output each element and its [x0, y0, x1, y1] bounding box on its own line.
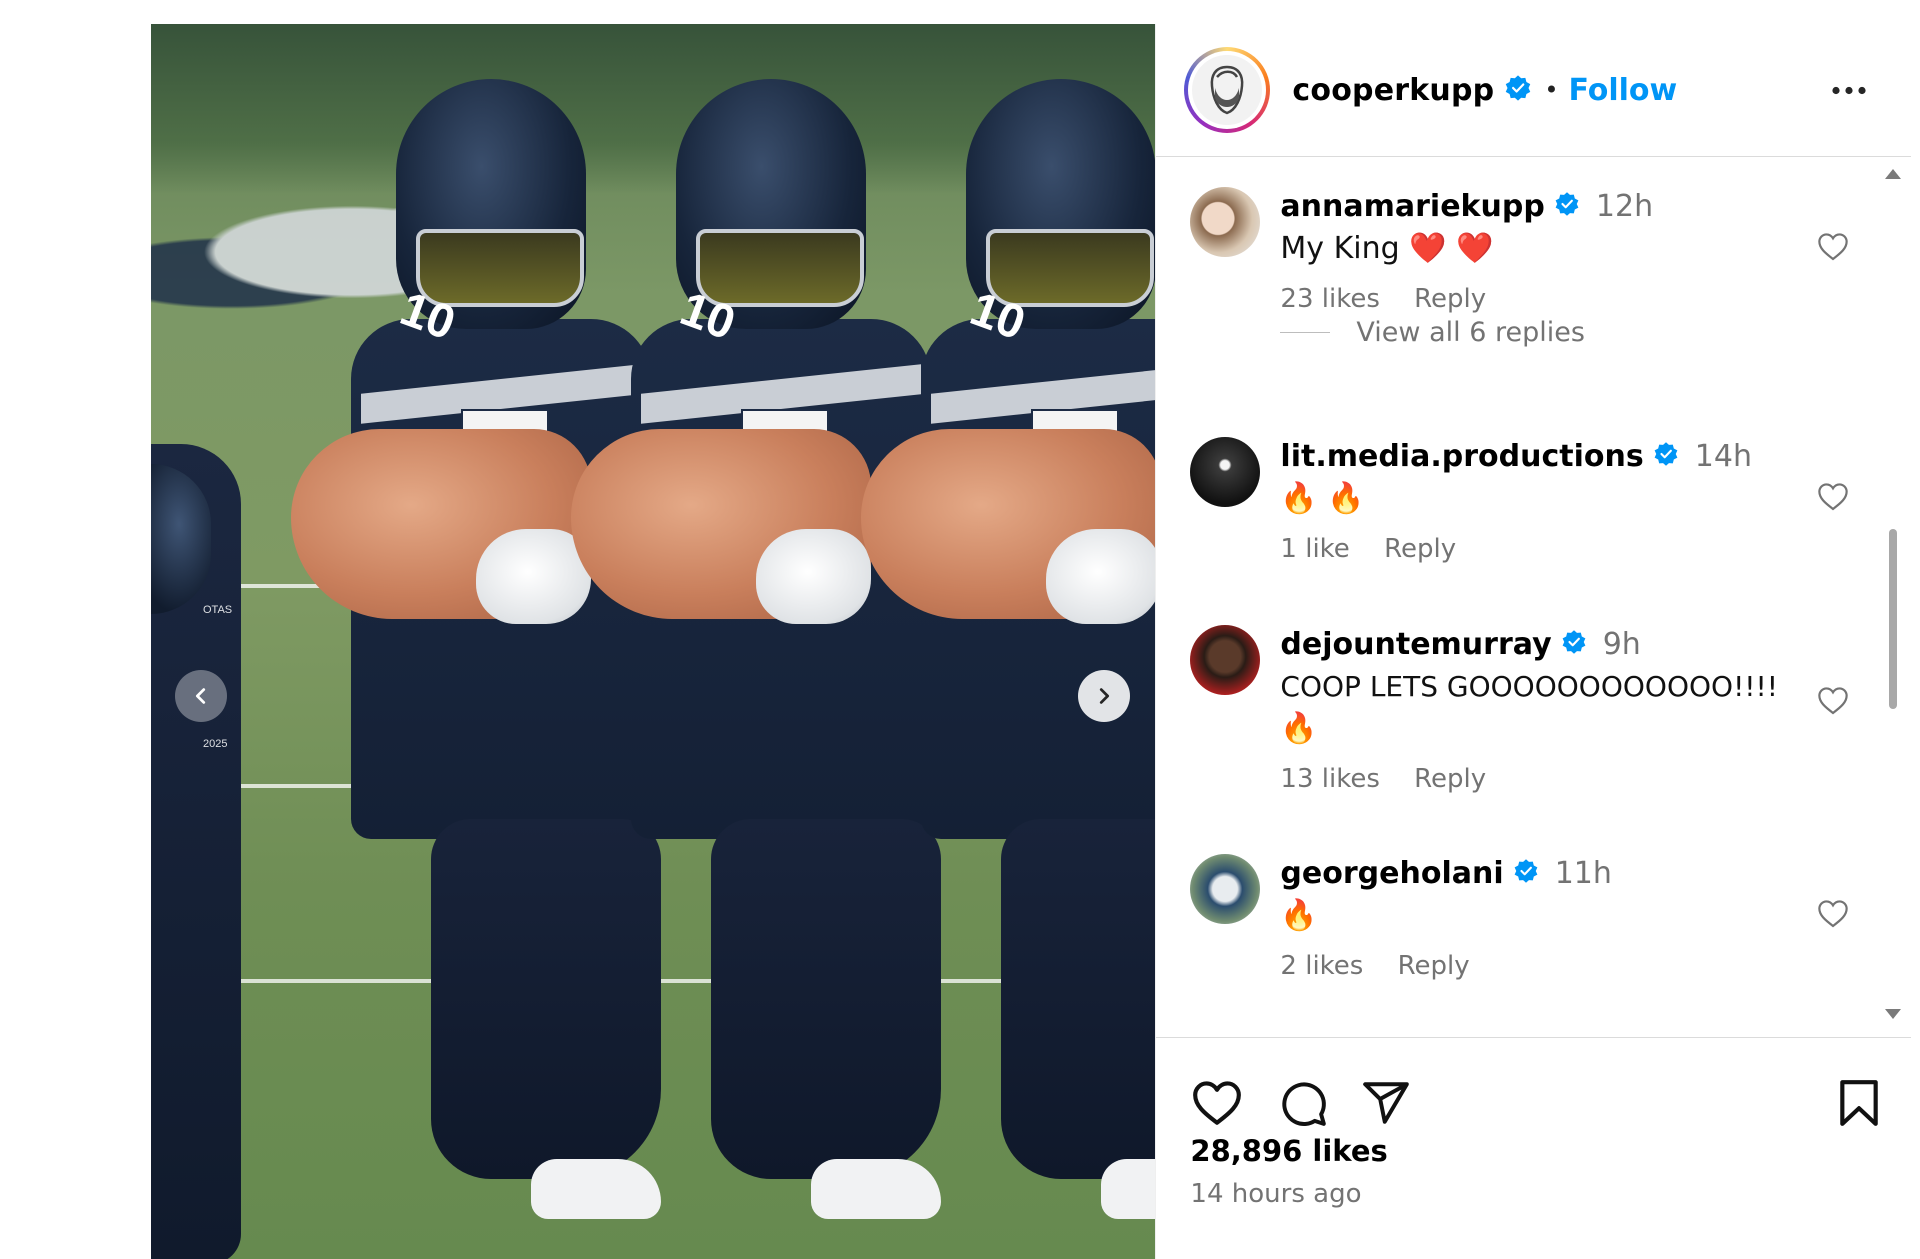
- scrollbar-thumb[interactable]: [1889, 529, 1897, 709]
- instagram-post: OTAS 2025 10 aws 10 aws: [151, 24, 1911, 1259]
- commenter-username[interactable]: dejountemurray: [1280, 627, 1551, 662]
- commenter-avatar[interactable]: [1190, 854, 1261, 924]
- verified-badge-icon: [1561, 626, 1587, 666]
- comments-scrollbar[interactable]: [1883, 169, 1901, 1019]
- post-actions: [1156, 1038, 1911, 1138]
- view-replies-label: View all 6 replies: [1356, 317, 1585, 348]
- comment-text-emoji: 🔥: [1280, 710, 1318, 746]
- overlay-text-otas: OTAS: [203, 604, 233, 616]
- commenter-avatar[interactable]: [1190, 437, 1261, 507]
- comment-time: 9h: [1602, 627, 1641, 662]
- reply-button[interactable]: Reply: [1414, 764, 1486, 794]
- author-avatar[interactable]: [1184, 47, 1271, 133]
- post-likes-count[interactable]: 28,896 likes: [1190, 1134, 1387, 1168]
- view-all-replies-button[interactable]: View all 6 replies: [1280, 317, 1585, 348]
- commenter-username[interactable]: annamariekupp: [1280, 189, 1544, 224]
- reply-button[interactable]: Reply: [1398, 951, 1470, 981]
- comment-likes[interactable]: 23 likes: [1280, 284, 1379, 314]
- header-separator: •: [1544, 76, 1559, 104]
- like-comment-heart-icon[interactable]: [1816, 685, 1850, 719]
- bookmark-icon[interactable]: [1836, 1078, 1882, 1132]
- chevron-right-icon: [1099, 688, 1110, 704]
- share-icon[interactable]: [1360, 1078, 1412, 1132]
- scroll-down-arrow-icon[interactable]: [1885, 1009, 1901, 1019]
- glove: [756, 529, 871, 624]
- commenter-avatar[interactable]: [1190, 625, 1261, 695]
- post-header: cooperkupp • Follow: [1156, 24, 1911, 157]
- author-username[interactable]: cooperkupp: [1292, 73, 1494, 108]
- next-image-button[interactable]: [1078, 670, 1130, 722]
- heart-icon[interactable]: [1190, 1078, 1244, 1130]
- comment-time: 12h: [1595, 189, 1654, 224]
- comment-likes[interactable]: 1 like: [1280, 534, 1349, 564]
- comments-list[interactable]: annamariekupp 12h My King ❤️ ❤️ 23 likes…: [1156, 157, 1911, 1038]
- commenter-username[interactable]: georgeholani: [1280, 856, 1503, 891]
- chevron-left-icon: [195, 688, 206, 704]
- verified-badge-icon: [1513, 855, 1539, 895]
- commenter-avatar[interactable]: [1190, 187, 1261, 257]
- like-comment-heart-icon[interactable]: [1816, 231, 1850, 265]
- follow-button[interactable]: Follow: [1568, 73, 1677, 108]
- like-comment-heart-icon[interactable]: [1816, 898, 1850, 932]
- comment-icon[interactable]: [1276, 1078, 1330, 1132]
- previous-image-button[interactable]: [175, 670, 227, 722]
- scroll-up-arrow-icon[interactable]: [1885, 169, 1901, 179]
- verified-badge-icon: [1653, 438, 1679, 478]
- cleat: [1101, 1159, 1156, 1219]
- comment-time: 14h: [1694, 439, 1752, 474]
- post-timestamp: 14 hours ago: [1190, 1179, 1362, 1209]
- reply-button[interactable]: Reply: [1414, 284, 1486, 314]
- comment-likes[interactable]: 2 likes: [1280, 951, 1363, 981]
- player-figure: 10 aws: [861, 79, 1156, 1259]
- post-image[interactable]: OTAS 2025 10 aws 10 aws: [151, 24, 1156, 1259]
- replies-divider: [1280, 332, 1331, 333]
- glove: [1046, 529, 1156, 624]
- overlay-text-year: 2025: [203, 738, 228, 750]
- reply-button[interactable]: Reply: [1384, 534, 1456, 564]
- comment-text: COOP LETS GOOOOOOOOOOOO!!!!: [1280, 669, 1778, 703]
- comment-text: 🔥 🔥: [1280, 480, 1365, 516]
- comment-likes[interactable]: 13 likes: [1280, 764, 1379, 794]
- player-figure: 10 aws: [571, 79, 941, 1259]
- comment-time: 11h: [1554, 856, 1612, 891]
- verified-badge-icon: [1504, 74, 1532, 106]
- author-logo-icon: [1192, 55, 1263, 125]
- like-comment-heart-icon[interactable]: [1816, 481, 1850, 515]
- verified-badge-icon: [1554, 188, 1580, 228]
- more-options-icon[interactable]: [1831, 81, 1867, 100]
- legs: [1001, 819, 1156, 1179]
- commenter-username[interactable]: lit.media.productions: [1280, 439, 1643, 474]
- post-side-panel: cooperkupp • Follow annamariekupp 12h My…: [1155, 24, 1911, 1259]
- comment-text: 🔥: [1280, 897, 1318, 933]
- comment-text: My King ❤️ ❤️: [1280, 230, 1494, 266]
